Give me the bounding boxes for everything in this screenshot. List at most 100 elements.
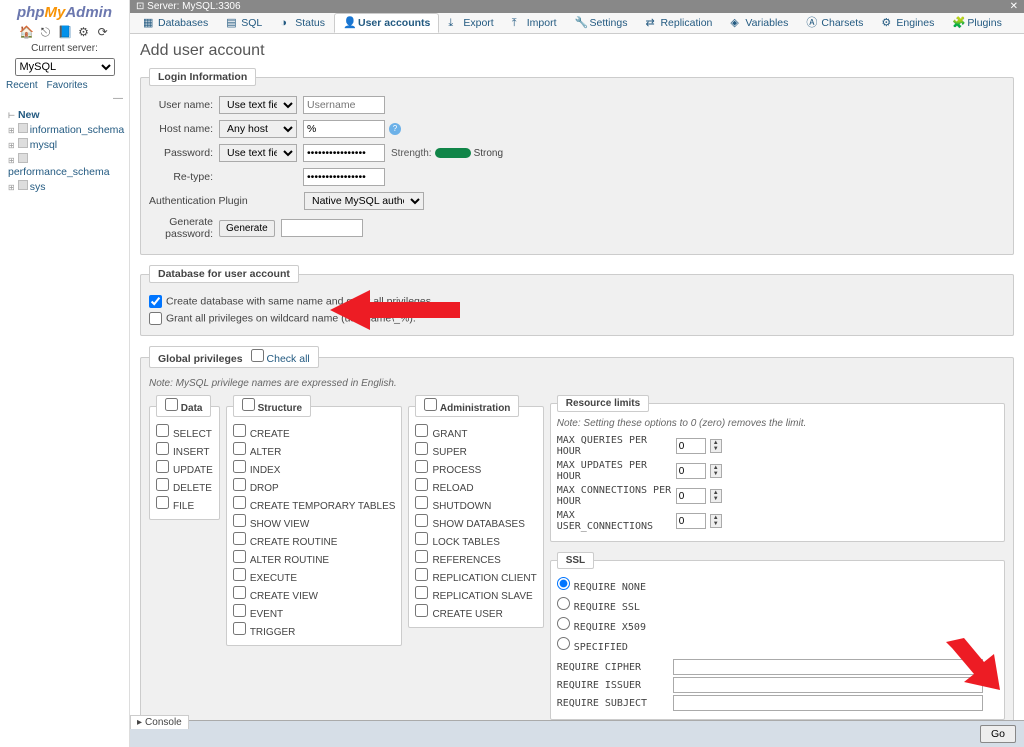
ssl-opt-require-none[interactable]: REQUIRE NONE (557, 575, 998, 595)
settings-icon[interactable]: ⚙ (77, 25, 91, 39)
struct-priv-create[interactable]: CREATE (233, 423, 396, 441)
spinner[interactable]: ▲▼ (710, 489, 722, 503)
recent-link[interactable]: Recent (6, 80, 38, 91)
logo-my: My (44, 4, 65, 21)
data-priv-file[interactable]: FILE (156, 495, 213, 513)
help-icon[interactable]: ? (389, 123, 401, 135)
username-input[interactable] (303, 96, 385, 114)
auth-plugin-select[interactable]: Native MySQL authentication (304, 192, 424, 210)
admin-priv-lock-tables[interactable]: LOCK TABLES (415, 531, 536, 549)
struct-priv-create-temporary-tables[interactable]: CREATE TEMPORARY TABLES (233, 495, 396, 513)
admin-checkall[interactable] (424, 398, 437, 411)
ssl-field-input[interactable] (673, 677, 983, 693)
tree-db-mysql[interactable]: mysql (2, 137, 127, 152)
admin-priv-super[interactable]: SUPER (415, 441, 536, 459)
data-priv-delete[interactable]: DELETE (156, 477, 213, 495)
spinner[interactable]: ▲▼ (710, 514, 722, 528)
struct-priv-alter-routine[interactable]: ALTER ROUTINE (233, 549, 396, 567)
admin-priv-grant[interactable]: GRANT (415, 423, 536, 441)
tab-engines[interactable]: ⚙Engines (872, 13, 943, 33)
limit-input[interactable] (676, 488, 706, 504)
limit-label: MAX UPDATES PER HOUR (557, 460, 672, 482)
spinner[interactable]: ▲▼ (710, 464, 722, 478)
retype-input[interactable] (303, 168, 385, 186)
tab-settings[interactable]: 🔧Settings (566, 13, 637, 33)
password-type-select[interactable]: Use text field: (219, 144, 297, 162)
collapse-handle-icon[interactable]: — (0, 93, 129, 104)
tree-new[interactable]: New (2, 108, 127, 122)
topbar-close-icon[interactable]: ✕ (1010, 1, 1018, 12)
ssl-opt-require-ssl[interactable]: REQUIRE SSL (557, 595, 998, 615)
struct-priv-event[interactable]: EVENT (233, 603, 396, 621)
struct-priv-trigger[interactable]: TRIGGER (233, 621, 396, 639)
limit-input[interactable] (676, 513, 706, 529)
struct-priv-show-view[interactable]: SHOW VIEW (233, 513, 396, 531)
ssl-field-input[interactable] (673, 695, 983, 711)
tab-user-accounts[interactable]: 👤User accounts (334, 13, 439, 33)
tab-plugins[interactable]: 🧩Plugins (943, 13, 1010, 33)
tab-import[interactable]: ⤒Import (503, 13, 566, 33)
tab-replication[interactable]: ⇄Replication (636, 13, 721, 33)
global-legend: Global privileges Check all (149, 346, 319, 368)
topbar: ⊡ Server: MySQL:3306 ✕ (130, 0, 1024, 13)
struct-priv-execute[interactable]: EXECUTE (233, 567, 396, 585)
ssl-opt-require-x509[interactable]: REQUIRE X509 (557, 615, 998, 635)
data-priv-update[interactable]: UPDATE (156, 459, 213, 477)
logo-admin: Admin (65, 4, 112, 21)
struct-priv-create-view[interactable]: CREATE VIEW (233, 585, 396, 603)
create-db-same-name-checkbox[interactable] (149, 295, 162, 308)
admin-priv-shutdown[interactable]: SHUTDOWN (415, 495, 536, 513)
console-tab[interactable]: ▸ Console (130, 715, 189, 729)
reload-icon[interactable]: ⟳ (96, 25, 110, 39)
admin-priv-show-databases[interactable]: SHOW DATABASES (415, 513, 536, 531)
login-information-fieldset: Login Information User name: Use text fi… (140, 68, 1014, 255)
structure-checkall[interactable] (242, 398, 255, 411)
struct-priv-index[interactable]: INDEX (233, 459, 396, 477)
tree-db-information-schema[interactable]: information_schema (2, 122, 127, 137)
admin-priv-replication-slave[interactable]: REPLICATION SLAVE (415, 585, 536, 603)
generated-password-input[interactable] (281, 219, 363, 237)
check-all-checkbox[interactable] (251, 349, 264, 362)
logout-icon[interactable]: ⎋ (38, 25, 52, 39)
server-select[interactable]: MySQL (15, 58, 115, 76)
check-all-link[interactable]: Check all (267, 353, 310, 365)
go-button[interactable]: Go (980, 725, 1016, 743)
ssl-field-input[interactable] (673, 659, 983, 675)
tab-variables[interactable]: ◈Variables (721, 13, 797, 33)
home-icon[interactable]: 🏠 (19, 25, 33, 39)
data-priv-select[interactable]: SELECT (156, 423, 213, 441)
favorites-link[interactable]: Favorites (46, 80, 87, 91)
limit-input[interactable] (676, 438, 706, 454)
admin-priv-references[interactable]: REFERENCES (415, 549, 536, 567)
tree-db-performance-schema[interactable]: performance_schema (2, 152, 127, 179)
tree-db-sys[interactable]: sys (2, 179, 127, 194)
data-checkall[interactable] (165, 398, 178, 411)
struct-priv-drop[interactable]: DROP (233, 477, 396, 495)
limit-input[interactable] (676, 463, 706, 479)
tab-sql[interactable]: ▤SQL (217, 13, 271, 33)
tab-export[interactable]: ⤓Export (439, 13, 502, 33)
tab-status[interactable]: ◑Status (271, 13, 334, 33)
tab-databases[interactable]: ▦Databases (134, 13, 217, 33)
docs-icon[interactable]: 📘 (58, 25, 72, 39)
hostname-type-select[interactable]: Any host (219, 120, 297, 138)
admin-priv-create-user[interactable]: CREATE USER (415, 603, 536, 621)
resource-limits-box: Resource limits Note: Setting these opti… (550, 395, 1005, 542)
spinner[interactable]: ▲▼ (710, 439, 722, 453)
admin-priv-process[interactable]: PROCESS (415, 459, 536, 477)
struct-priv-alter[interactable]: ALTER (233, 441, 396, 459)
struct-priv-create-routine[interactable]: CREATE ROUTINE (233, 531, 396, 549)
page-title: Add user account (140, 42, 1014, 60)
generate-button[interactable]: Generate (219, 220, 275, 237)
admin-priv-replication-client[interactable]: REPLICATION CLIENT (415, 567, 536, 585)
hostname-input[interactable] (303, 120, 385, 138)
strength-bar (435, 148, 471, 158)
ssl-opt-specified[interactable]: SPECIFIED (557, 635, 998, 655)
data-priv-insert[interactable]: INSERT (156, 441, 213, 459)
grant-wildcard-checkbox[interactable] (149, 312, 162, 325)
password-input[interactable] (303, 144, 385, 162)
server-breadcrumb[interactable]: ⊡ Server: MySQL:3306 (136, 1, 241, 12)
username-type-select[interactable]: Use text field: (219, 96, 297, 114)
tab-charsets[interactable]: ⒶCharsets (797, 13, 872, 33)
admin-priv-reload[interactable]: RELOAD (415, 477, 536, 495)
